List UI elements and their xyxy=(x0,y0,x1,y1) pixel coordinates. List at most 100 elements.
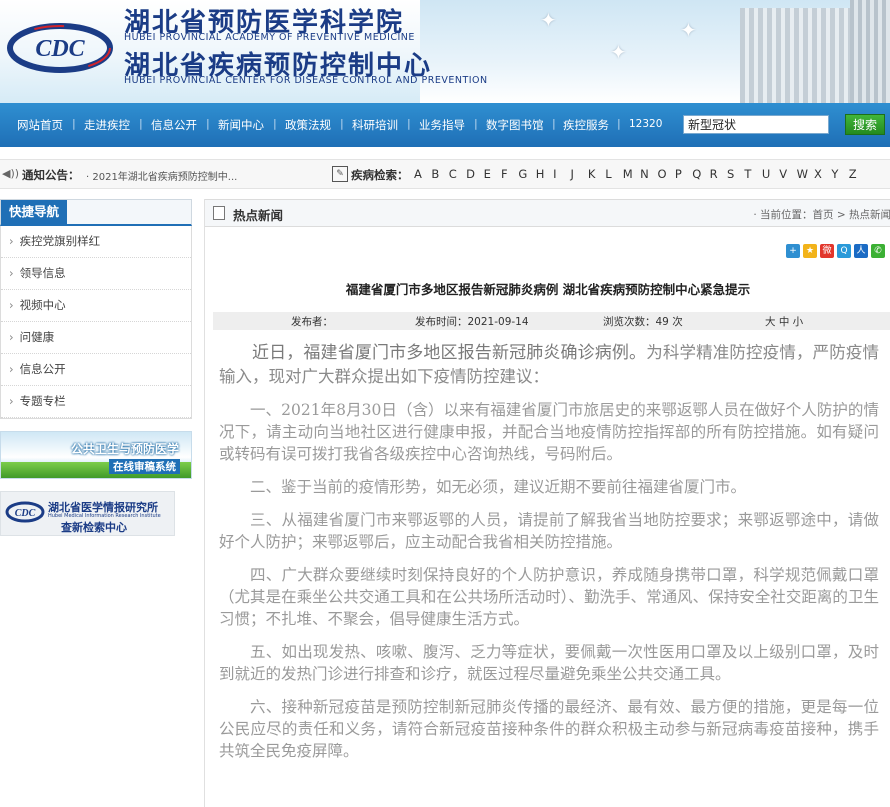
letter-link[interactable]: U xyxy=(762,167,779,181)
edit-icon: ✎ xyxy=(332,166,348,182)
svg-text:CDC: CDC xyxy=(35,36,85,62)
dove-icon: ✦ xyxy=(610,40,627,64)
letter-link[interactable]: I xyxy=(553,167,570,181)
letter-link[interactable]: B xyxy=(431,167,448,181)
article-paragraph: 五、如出现发热、咳嗽、腹泻、乏力等症状，要佩戴一次性医用口罩及以上级别口罩，及时… xyxy=(219,643,879,683)
wechat-icon[interactable]: ✆ xyxy=(871,244,885,258)
document-icon xyxy=(213,206,225,220)
letter-link[interactable]: L xyxy=(605,167,622,181)
notice-label: 通知公告： xyxy=(22,168,80,182)
sidebar-item-info-public[interactable]: › 信息公开 xyxy=(1,354,191,386)
title-cdc-en: HUBEI PROVINCIAL CENTER FOR DISEASE CONT… xyxy=(124,75,488,86)
letter-link[interactable]: J xyxy=(571,167,588,181)
article-paragraph: 四、广大群众要继续时刻保持良好的个人防护意识，养成随身携带口罩，科学规范佩戴口罩… xyxy=(219,566,879,628)
title-academy-en: HUBEI PROVINCIAL ACADEMY OF PREVENTIVE M… xyxy=(124,32,415,43)
article-paragraph: 一、2021年8月30日（含）以来有福建省厦门市旅居史的来鄂返鄂人员在做好个人防… xyxy=(219,401,879,463)
letter-link[interactable]: H xyxy=(536,167,553,181)
section-header: 热点新闻 · 当前位置：首页 > 热点新闻 xyxy=(205,199,890,227)
banner-building-image xyxy=(740,8,860,103)
cdc-logo: CDC xyxy=(7,23,113,73)
banner-title: 公共卫生与预防医学 xyxy=(71,442,180,456)
nav-separator: | xyxy=(340,117,344,130)
letter-link[interactable]: D xyxy=(466,167,483,181)
share-toolbar: + ★ 微 Q 人 ✆ xyxy=(783,244,885,258)
chevron-right-icon: › xyxy=(9,330,14,344)
sidebar-item-label: 专题专栏 xyxy=(19,394,66,408)
renren-icon[interactable]: 人 xyxy=(854,244,868,258)
sidebar-header: 快捷导航 xyxy=(0,199,192,226)
sidebar-item-leaders[interactable]: › 领导信息 xyxy=(1,258,191,290)
section-title: 热点新闻 xyxy=(233,208,284,223)
dove-icon: ✦ xyxy=(540,8,557,32)
nav-item-news[interactable]: 新闻中心 xyxy=(218,117,264,133)
weibo-icon[interactable]: 微 xyxy=(820,244,834,258)
letter-link[interactable]: S xyxy=(727,167,744,181)
notice-link[interactable]: · 2021年湖北省疾病预防控制中... xyxy=(86,168,237,183)
letter-link[interactable]: C xyxy=(449,167,466,181)
nav-item-services[interactable]: 疾控服务 xyxy=(563,117,609,133)
letter-link[interactable]: E xyxy=(484,167,501,181)
main-nav: 网站首页 | 走进疾控 | 信息公开 | 新闻中心 | 政策法规 | 科研培训 … xyxy=(0,103,890,147)
sidebar-item-topics[interactable]: › 专题专栏 xyxy=(1,386,191,418)
letter-link[interactable]: A xyxy=(414,167,431,181)
letter-link[interactable]: V xyxy=(779,167,796,181)
article-paragraph: 三、从福建省厦门市来鄂返鄂的人员，请提前了解我省当地防控要求；来鄂返鄂途中，请做… xyxy=(219,511,879,551)
review-system-banner[interactable]: 公共卫生与预防医学 在线审稿系统 xyxy=(0,431,192,479)
nav-item-guidance[interactable]: 业务指导 xyxy=(419,117,465,133)
nav-separator: | xyxy=(474,117,478,130)
letter-link[interactable]: O xyxy=(657,167,674,181)
search-input[interactable] xyxy=(683,115,829,134)
nav-item-home[interactable]: 网站首页 xyxy=(17,117,63,133)
nav-item-info[interactable]: 信息公开 xyxy=(151,117,197,133)
meta-views: 浏览次数：49 次 xyxy=(603,316,683,328)
disease-search-label: 疾病检索： xyxy=(351,168,409,182)
letter-link[interactable]: K xyxy=(588,167,605,181)
letter-link[interactable]: W xyxy=(797,167,814,181)
nav-item-about[interactable]: 走进疾控 xyxy=(84,117,130,133)
nav-item-library[interactable]: 数字图书馆 xyxy=(486,117,544,133)
sidebar-item-label: 领导信息 xyxy=(19,266,66,280)
dove-icon: ✦ xyxy=(680,18,697,42)
letter-link[interactable]: X xyxy=(814,167,831,181)
breadcrumb[interactable]: · 当前位置：首页 > 热点新闻 xyxy=(753,207,890,222)
letter-link[interactable]: Y xyxy=(831,167,848,181)
article-paragraph: 六、接种新冠疫苗是预防控制新冠肺炎传播的最经济、最有效、最方便的措施，更是每一位… xyxy=(219,698,879,760)
nav-separator: | xyxy=(617,117,621,130)
speaker-icon: ◀)) xyxy=(2,167,20,180)
letter-link[interactable]: F xyxy=(501,167,518,181)
letter-link[interactable]: T xyxy=(744,167,761,181)
letter-link[interactable]: M xyxy=(623,167,640,181)
sidebar: 快捷导航 › 疾控党旗别样红 › 领导信息 › 视频中心 › 问健康 › 信息公开 › 专题… xyxy=(0,199,192,419)
nav-item-policy[interactable]: 政策法规 xyxy=(285,117,331,133)
plus-icon[interactable]: + xyxy=(786,244,800,258)
banner-building-image-2 xyxy=(850,0,890,103)
letter-link[interactable]: G xyxy=(518,167,535,181)
sidebar-item-party[interactable]: › 疾控党旗别样红 xyxy=(1,226,191,258)
letter-link[interactable]: N xyxy=(640,167,657,181)
nav-item-research[interactable]: 科研培训 xyxy=(352,117,398,133)
chevron-right-icon: › xyxy=(9,298,14,312)
letter-link[interactable]: Z xyxy=(849,167,866,181)
svg-text:CDC: CDC xyxy=(15,508,36,519)
lead-bold: 近日，福建省厦门市多地区报告新冠肺炎确诊病例。 xyxy=(252,343,647,363)
font-size-toggle[interactable]: 大 中 小 xyxy=(765,314,803,329)
search-button[interactable]: 搜索 xyxy=(845,114,885,135)
medical-info-banner[interactable]: CDC 湖北省医学情报研究所 Hubei Medical Information… xyxy=(0,491,175,536)
nav-separator: | xyxy=(139,117,143,130)
qq-icon[interactable]: Q xyxy=(837,244,851,258)
sidebar-item-label: 视频中心 xyxy=(19,298,66,312)
article-title: 福建省厦门市多地区报告新冠肺炎病例 湖北省疾病预防控制中心紧急提示 xyxy=(345,282,751,297)
article-lead: 近日，福建省厦门市多地区报告新冠肺炎确诊病例。为科学精准防控疫情，严防疫情输入，… xyxy=(219,341,879,388)
sidebar-item-ask-health[interactable]: › 问健康 xyxy=(1,322,191,354)
chevron-right-icon: › xyxy=(9,266,14,280)
letter-link[interactable]: R xyxy=(710,167,727,181)
letter-link[interactable]: P xyxy=(675,167,692,181)
nav-item-hotline[interactable]: 12320 xyxy=(629,118,662,130)
qzone-icon[interactable]: ★ xyxy=(803,244,817,258)
meta-publisher: 发布者： xyxy=(291,316,333,328)
alphabet-index: ABCDEFGHIJKLMNOPQRSTUVWXYZ xyxy=(414,167,866,181)
banner-subtitle: 在线审稿系统 xyxy=(109,459,180,474)
sidebar-item-video[interactable]: › 视频中心 xyxy=(1,290,191,322)
letter-link[interactable]: Q xyxy=(692,167,709,181)
chevron-right-icon: › xyxy=(9,394,14,408)
